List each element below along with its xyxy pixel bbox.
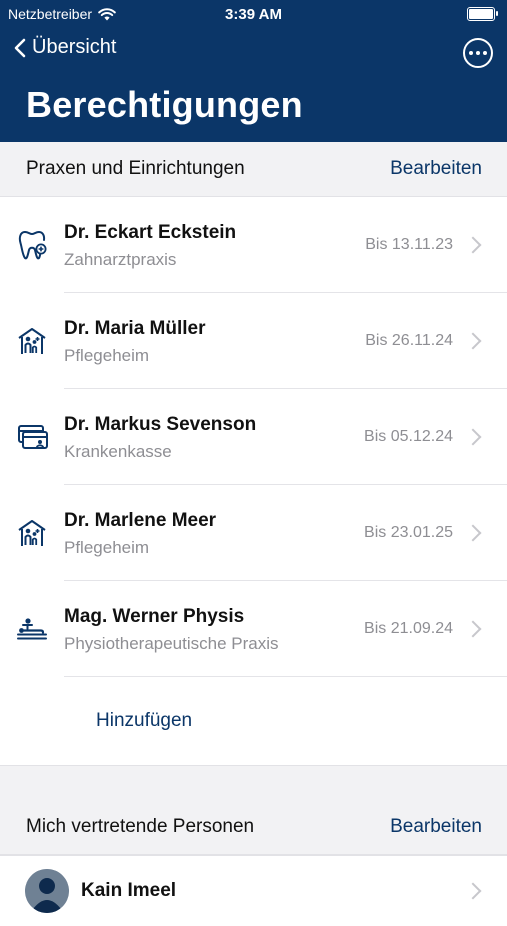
- insurance-card-icon: [18, 425, 48, 449]
- practice-type: Krankenkasse: [64, 442, 172, 461]
- add-practice-button[interactable]: Hinzufügen: [0, 677, 507, 765]
- practice-row[interactable]: Dr. Eckart Eckstein Zahnarztpraxis Bis 1…: [0, 197, 507, 293]
- avatar: [25, 869, 69, 913]
- validity-date: Bis 13.11.23: [365, 236, 453, 253]
- practices-section-title: Praxen und Einrichtungen: [26, 158, 245, 179]
- chevron-right-icon: [464, 620, 482, 638]
- care-home-icon: [18, 328, 46, 354]
- back-label: Übersicht: [32, 36, 117, 58]
- practice-row[interactable]: Mag. Werner Physis Physiotherapeutische …: [0, 581, 507, 677]
- physiotherapy-icon: [17, 618, 47, 640]
- app-header: Netzbetreiber 3:39 AM Übersicht Berechti…: [0, 0, 507, 142]
- back-button[interactable]: Übersicht: [14, 36, 116, 59]
- representatives-section-title: Mich vertretende Personen: [26, 816, 255, 837]
- page-title: Berechtigungen: [26, 84, 303, 125]
- representatives-section-header: Mich vertretende Personen Bearbeiten: [0, 800, 507, 855]
- chevron-right-icon: [464, 882, 482, 900]
- status-bar: Netzbetreiber 3:39 AM: [0, 0, 507, 28]
- chevron-right-icon: [464, 332, 482, 350]
- practices-section-header: Praxen und Einrichtungen Bearbeiten: [0, 142, 507, 197]
- practice-type: Zahnarztpraxis: [64, 250, 177, 269]
- practice-row[interactable]: Dr. Markus Sevenson Krankenkasse Bis 05.…: [0, 389, 507, 485]
- chevron-right-icon: [464, 236, 482, 254]
- practice-name: Dr. Marlene Meer: [64, 510, 217, 531]
- practices-edit-button[interactable]: Bearbeiten: [390, 158, 482, 180]
- validity-date: Bis 21.09.24: [364, 620, 453, 637]
- validity-date: Bis 23.01.25: [364, 524, 453, 541]
- representative-name: Kain Imeel: [81, 880, 177, 901]
- practices-list: Dr. Eckart Eckstein Zahnarztpraxis Bis 1…: [0, 197, 507, 765]
- chevron-right-icon: [464, 428, 482, 446]
- chevron-right-icon: [464, 524, 482, 542]
- practice-name: Dr. Maria Müller: [64, 318, 206, 339]
- practice-type: Physiotherapeutische Praxis: [64, 634, 279, 653]
- person-silhouette-icon: [25, 869, 69, 913]
- more-options-button[interactable]: [463, 38, 493, 68]
- representative-row[interactable]: Kain Imeel: [0, 855, 507, 926]
- chevron-left-icon: [14, 38, 26, 57]
- ellipsis-icon: [469, 51, 473, 55]
- practice-row[interactable]: Dr. Marlene Meer Pflegeheim Bis 23.01.25: [0, 485, 507, 581]
- section-spacer: [0, 765, 507, 800]
- navigation-bar: Übersicht: [0, 28, 507, 76]
- validity-date: Bis 26.11.24: [365, 332, 453, 349]
- care-home-icon: [18, 520, 46, 546]
- practice-row[interactable]: Dr. Maria Müller Pflegeheim Bis 26.11.24: [0, 293, 507, 389]
- practice-name: Dr. Eckart Eckstein: [64, 222, 237, 243]
- practice-type: Pflegeheim: [64, 346, 150, 365]
- tooth-icon: [18, 230, 47, 260]
- validity-date: Bis 05.12.24: [364, 428, 453, 445]
- practice-name: Mag. Werner Physis: [64, 606, 245, 627]
- representatives-edit-button[interactable]: Bearbeiten: [390, 816, 482, 838]
- practice-type: Pflegeheim: [64, 538, 150, 557]
- status-time: 3:39 AM: [225, 6, 282, 23]
- practice-name: Dr. Markus Sevenson: [64, 414, 257, 435]
- battery-icon: [467, 7, 498, 21]
